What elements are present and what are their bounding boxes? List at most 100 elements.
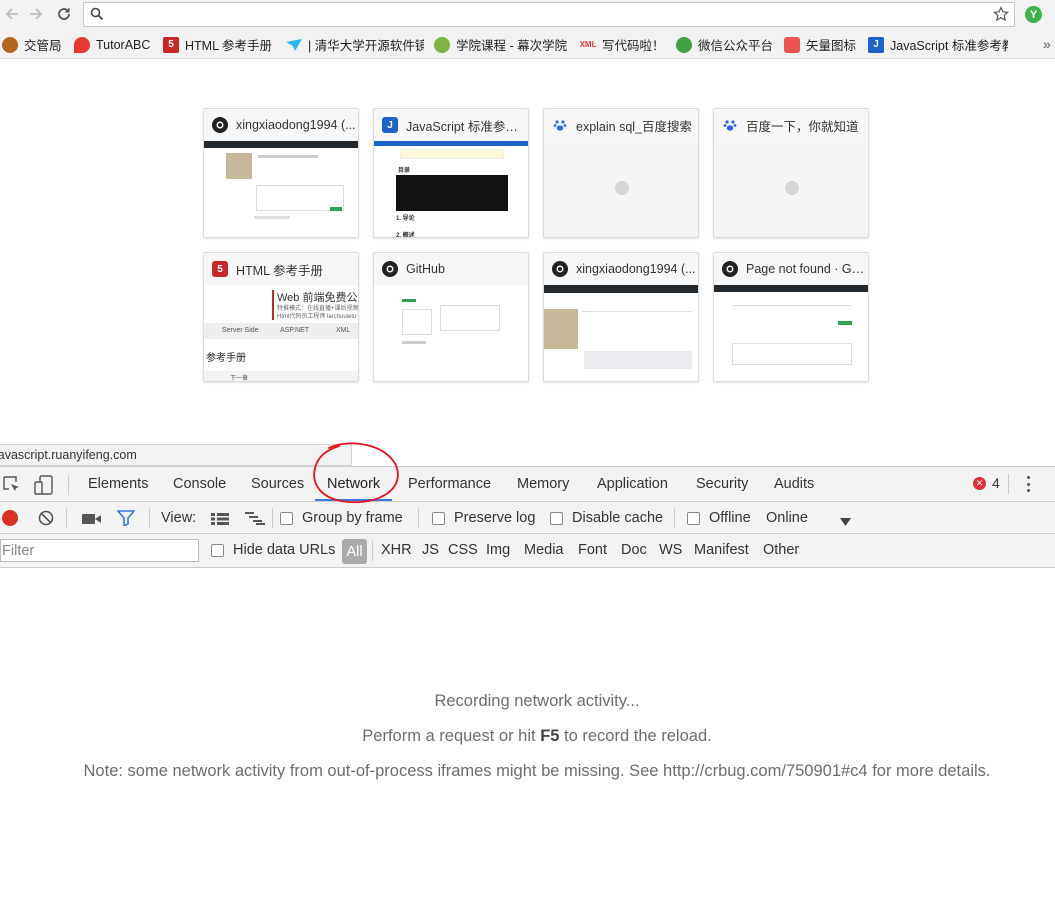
bookmark-label: HTML 参考手册 bbox=[185, 39, 273, 53]
bookmark-label: JavaScript 标准参考教 bbox=[890, 39, 1008, 53]
filter-type-all[interactable]: All bbox=[342, 539, 367, 564]
filter-type-media[interactable]: Media bbox=[524, 542, 564, 558]
checkbox-box[interactable] bbox=[550, 511, 563, 525]
filter-input[interactable] bbox=[0, 539, 199, 562]
bookmark-favicon-icon: J bbox=[868, 36, 884, 53]
filter-type-css[interactable]: CSS bbox=[448, 542, 478, 558]
filter-type-doc[interactable]: Doc bbox=[621, 542, 647, 558]
bookmark-item[interactable]: 学院课程 - 幕次学院 bbox=[434, 35, 570, 54]
screenshot-camera-icon[interactable] bbox=[82, 512, 102, 530]
tile-preview-text: 参考手册 bbox=[206, 353, 246, 364]
filter-type-img[interactable]: Img bbox=[486, 542, 510, 558]
tab-performance[interactable]: Performance bbox=[408, 467, 491, 501]
tile-header: J JavaScript 标准参考... bbox=[374, 109, 528, 141]
record-icon[interactable] bbox=[2, 510, 18, 526]
bookmarks-overflow-button[interactable]: » bbox=[1043, 36, 1051, 52]
large-rows-icon[interactable] bbox=[211, 512, 229, 530]
waterfall-overview-icon[interactable] bbox=[245, 512, 265, 530]
bookmark-item[interactable]: 交管局 bbox=[2, 35, 64, 54]
tile-preview-text: 下一章 bbox=[230, 376, 249, 382]
checkbox-box[interactable] bbox=[432, 511, 445, 525]
bookmark-favicon-icon bbox=[784, 36, 800, 53]
most-visited-tile[interactable]: xingxiaodong1994 (... bbox=[203, 108, 359, 238]
preserve-log-checkbox[interactable]: Preserve log bbox=[432, 510, 535, 526]
tile-header: 百度一下，你就知道 bbox=[714, 109, 868, 141]
tile-thumbnail bbox=[714, 285, 868, 381]
tab-memory[interactable]: Memory bbox=[517, 467, 569, 501]
most-visited-tile[interactable]: 5 HTML 参考手册 Web 前端免费公 特推模式：在线直播+课后视频 Htm… bbox=[203, 252, 359, 382]
throttling-select[interactable]: Online bbox=[766, 510, 808, 526]
error-count-badge[interactable]: ✕ 4 bbox=[973, 475, 1000, 491]
tile-thumbnail bbox=[204, 141, 358, 237]
offline-checkbox[interactable]: Offline bbox=[687, 510, 751, 526]
forward-arrow-icon[interactable] bbox=[26, 4, 46, 24]
bookmark-item[interactable]: 微信公众平台 bbox=[676, 35, 776, 54]
tab-audits[interactable]: Audits bbox=[774, 467, 814, 501]
dropdown-triangle-icon[interactable] bbox=[840, 513, 851, 531]
checkbox-box[interactable] bbox=[280, 511, 293, 525]
tile-header: xingxiaodong1994 (... bbox=[544, 253, 698, 285]
tile-title: explain sql_百度搜索 bbox=[576, 119, 693, 134]
most-visited-tile[interactable]: GitHub bbox=[373, 252, 529, 382]
filter-type-font[interactable]: Font bbox=[578, 542, 607, 558]
bookmark-item[interactable]: XML 写代码啦！ bbox=[580, 35, 668, 54]
oopif-note-message: Note: some network activity from out-of-… bbox=[83, 762, 991, 780]
group-by-frame-checkbox[interactable]: Group by frame bbox=[280, 510, 403, 526]
filter-type-js[interactable]: JS bbox=[422, 542, 439, 558]
reload-icon[interactable] bbox=[54, 4, 74, 24]
bookmark-item[interactable]: TutorABC bbox=[74, 35, 156, 54]
tile-preview-text: XML bbox=[336, 327, 351, 334]
tab-sources[interactable]: Sources bbox=[251, 467, 304, 501]
bookmark-label: 交管局 bbox=[24, 39, 62, 53]
tile-title: JavaScript 标准参考... bbox=[406, 119, 526, 134]
bookmark-item[interactable]: 5 HTML 参考手册 bbox=[163, 35, 277, 54]
filter-type-manifest[interactable]: Manifest bbox=[694, 542, 749, 558]
bookmark-favicon-icon: 5 bbox=[163, 36, 179, 53]
tab-console[interactable]: Console bbox=[173, 467, 226, 501]
filter-type-ws[interactable]: WS bbox=[659, 542, 682, 558]
inspect-element-icon[interactable] bbox=[3, 476, 21, 499]
more-options-icon[interactable] bbox=[1023, 474, 1033, 494]
device-toolbar-icon[interactable] bbox=[34, 475, 54, 500]
recording-message: Recording network activity... bbox=[434, 692, 640, 710]
back-arrow-icon[interactable] bbox=[2, 4, 22, 24]
javascript-j-icon: J bbox=[382, 117, 398, 133]
bookmark-item[interactable]: J JavaScript 标准参考教 bbox=[868, 35, 1008, 54]
baidu-paw-icon bbox=[722, 117, 738, 133]
bookmark-item[interactable]: | 清华大学开源软件镜 bbox=[286, 35, 424, 54]
bookmark-favicon-icon: XML bbox=[580, 40, 597, 49]
bookmark-item[interactable]: 矢量图标 bbox=[784, 35, 860, 54]
browser-toolbar: Y bbox=[0, 0, 1055, 30]
github-icon bbox=[212, 117, 228, 133]
most-visited-tile[interactable]: 百度一下，你就知道 bbox=[713, 108, 869, 238]
tile-title: GitHub bbox=[406, 262, 445, 276]
tab-security[interactable]: Security bbox=[696, 467, 748, 501]
checkbox-box[interactable] bbox=[211, 543, 224, 557]
bookmark-star-icon[interactable] bbox=[993, 6, 1009, 27]
filter-type-other[interactable]: Other bbox=[763, 542, 799, 558]
tab-application[interactable]: Application bbox=[597, 467, 668, 501]
extension-icon[interactable]: Y bbox=[1025, 6, 1042, 23]
tab-network[interactable]: Network bbox=[315, 467, 393, 501]
hide-data-urls-checkbox[interactable]: Hide data URLs bbox=[211, 542, 335, 558]
bookmark-favicon-icon bbox=[434, 36, 450, 53]
most-visited-tile[interactable]: explain sql_百度搜索 bbox=[543, 108, 699, 238]
github-icon bbox=[552, 261, 568, 277]
devtools-tabbar: Elements Console Sources Network Perform… bbox=[0, 466, 1055, 502]
bookmark-favicon-icon bbox=[676, 36, 692, 53]
network-toolbar: View: Group by frame Preserve log Disabl… bbox=[0, 502, 1055, 534]
address-bar[interactable] bbox=[83, 2, 1015, 27]
filter-funnel-icon[interactable] bbox=[116, 510, 136, 531]
filter-type-xhr[interactable]: XHR bbox=[381, 542, 412, 558]
most-visited-tile[interactable]: xingxiaodong1994 (... bbox=[543, 252, 699, 382]
address-input[interactable] bbox=[110, 6, 980, 24]
most-visited-tile[interactable]: J JavaScript 标准参考... 目录 1. 导论 2. 概述 bbox=[373, 108, 529, 238]
disable-cache-checkbox[interactable]: Disable cache bbox=[550, 510, 663, 526]
tile-header: GitHub bbox=[374, 253, 528, 285]
checkbox-box[interactable] bbox=[687, 511, 700, 525]
reload-hint-message: Perform a request or hit F5 to record th… bbox=[362, 727, 712, 745]
tile-title: HTML 参考手册 bbox=[236, 263, 324, 278]
clear-icon[interactable] bbox=[38, 510, 54, 531]
most-visited-tile[interactable]: Page not found · Git... bbox=[713, 252, 869, 382]
tab-elements[interactable]: Elements bbox=[88, 467, 148, 501]
